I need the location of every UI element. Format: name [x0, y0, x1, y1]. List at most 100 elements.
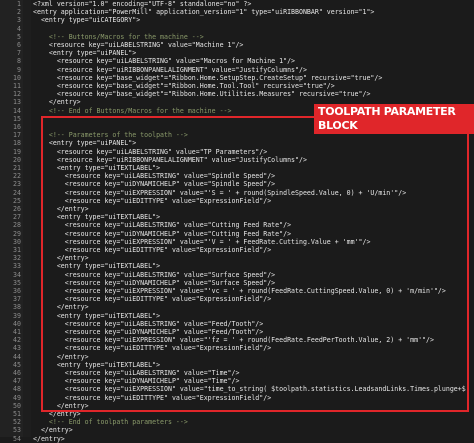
code-line[interactable]: 43 <resource key="uiEDITTYPE" value="Exp…: [0, 344, 474, 352]
line-number: 35: [13, 278, 21, 287]
code-text: </entry>: [33, 205, 89, 213]
code-line[interactable]: 9 <resource key="uiRIBBONPANELALIGNMENT"…: [0, 66, 474, 74]
code-line[interactable]: 26 </entry>: [0, 205, 474, 213]
line-number: 44: [13, 352, 21, 361]
code-line[interactable]: 1 <?xml version="1.0" encoding="UTF-8" st…: [0, 0, 474, 8]
line-number: 38: [13, 303, 21, 312]
code-line[interactable]: 5 <!-- Buttons/Macros for the machine --…: [0, 33, 474, 41]
code-line[interactable]: 50 </entry>: [0, 402, 474, 410]
code-text: <!-- End of Buttons/Macros for the machi…: [33, 106, 232, 115]
code-text: <resource key="uiLABELSTRING" value="Sur…: [33, 270, 276, 279]
code-line[interactable]: 41 <resource key="uiDYNAMICHELP" value="…: [0, 328, 474, 336]
code-line[interactable]: 10 <resource key="base_widget"="Ribbon.H…: [0, 74, 474, 82]
code-line[interactable]: 22 <resource key="uiLABELSTRING" value="…: [0, 172, 474, 180]
line-number: 3: [17, 16, 21, 25]
line-number: 19: [13, 147, 21, 156]
line-number: 23: [13, 180, 21, 189]
line-number: 37: [13, 295, 21, 304]
code-text: <resource key="uiEDITTYPE" value="Expres…: [33, 196, 272, 205]
code-text: <resource key="base_widget"="Ribbon.Home…: [33, 90, 371, 99]
line-number: 47: [13, 377, 21, 386]
code-line[interactable]: 28 <resource key="uiLABELSTRING" value="…: [0, 221, 474, 229]
code-text: <resource key="base_widget"="Ribbon.Home…: [33, 82, 335, 90]
code-line[interactable]: 53 </entry>: [0, 426, 474, 434]
line-number: 45: [13, 360, 21, 369]
line-number: 42: [13, 336, 21, 345]
line-number: 22: [13, 172, 21, 181]
code-text: </entry>: [33, 303, 89, 312]
code-text: </entry>: [33, 434, 65, 443]
line-number: 40: [13, 319, 21, 328]
code-line[interactable]: 19 <resource key="uiLABELSTRING" value="…: [0, 148, 474, 156]
line-number: 11: [13, 82, 21, 90]
line-number: 8: [17, 57, 21, 66]
line-number: 31: [13, 246, 21, 254]
code-line[interactable]: 39 <entry type="uiTEXTLABEL">: [0, 312, 474, 320]
code-line[interactable]: 40 <resource key="uiLABELSTRING" value="…: [0, 320, 474, 328]
line-number: 27: [13, 213, 21, 222]
line-number: 16: [13, 123, 21, 131]
code-line[interactable]: 44 </entry>: [0, 353, 474, 361]
code-text: <resource key="uiEDITTYPE" value="Expres…: [33, 344, 272, 353]
code-text: <resource key="uiDYNAMICHELP" value="Fee…: [33, 328, 264, 336]
code-line[interactable]: 7 <entry type="uiPANEL">: [0, 49, 474, 57]
code-line[interactable]: 29 <resource key="uiDYNAMICHELP" value="…: [0, 230, 474, 238]
line-number: 25: [13, 196, 21, 205]
code-line[interactable]: 54 </entry>: [0, 435, 474, 443]
line-number: 51: [13, 410, 21, 418]
code-line[interactable]: 36 <resource key="uiEXPRESSION" value="'…: [0, 287, 474, 295]
line-number: 48: [13, 385, 21, 394]
code-text: <entry type="uiTEXTLABEL">: [33, 213, 161, 222]
code-text: <entry type="uiTEXTLABEL">: [33, 262, 161, 271]
code-text: <resource key="base_widget"="Ribbon.Home…: [33, 73, 383, 82]
line-number: 34: [13, 270, 21, 279]
code-line[interactable]: 48 <resource key="uiEXPRESSION" value="t…: [0, 385, 474, 393]
code-text: <entry type="uiPANEL">: [33, 139, 137, 148]
code-text: </entry>: [33, 410, 81, 418]
code-line[interactable]: 8 <resource key="uiLABELSTRING" value="M…: [0, 57, 474, 65]
code-line[interactable]: 52 <!-- End of toolpath parameters -->: [0, 418, 474, 426]
code-line[interactable]: 20 <resource key="uiRIBBONPANELALIGNMENT…: [0, 156, 474, 164]
line-number: 36: [13, 287, 21, 295]
code-line[interactable]: 21 <entry type="uiTEXTLABEL">: [0, 164, 474, 172]
code-line[interactable]: 47 <resource key="uiDYNAMICHELP" value="…: [0, 377, 474, 385]
line-number: 1: [17, 0, 21, 8]
code-line[interactable]: 35 <resource key="uiDYNAMICHELP" value="…: [0, 279, 474, 287]
line-number: 7: [17, 49, 21, 58]
code-line[interactable]: 2 <entry application="PowerMill" applicat…: [0, 8, 474, 16]
code-line[interactable]: 23 <resource key="uiDYNAMICHELP" value="…: [0, 180, 474, 188]
code-editor[interactable]: 1 <?xml version="1.0" encoding="UTF-8" st…: [0, 0, 474, 443]
code-line[interactable]: 27 <entry type="uiTEXTLABEL">: [0, 213, 474, 221]
code-line[interactable]: 51 </entry>: [0, 410, 474, 418]
code-line[interactable]: 25 <resource key="uiEDITTYPE" value="Exp…: [0, 197, 474, 205]
code-text: <!-- Buttons/Macros for the machine -->: [33, 32, 204, 41]
code-line[interactable]: 18 <entry type="uiPANEL">: [0, 139, 474, 147]
code-line[interactable]: 33 <entry type="uiTEXTLABEL">: [0, 262, 474, 270]
code-text: <resource key="uiDYNAMICHELP" value="Spi…: [33, 180, 276, 189]
code-text: <entry type="uiTEXTLABEL">: [33, 360, 161, 369]
code-line[interactable]: 24 <resource key="uiEXPRESSION" value="'…: [0, 189, 474, 197]
code-line[interactable]: 37 <resource key="uiEDITTYPE" value="Exp…: [0, 295, 474, 303]
code-line[interactable]: 3 <entry type="uiCATEGORY">: [0, 16, 474, 24]
code-line[interactable]: 4: [0, 25, 474, 33]
code-line[interactable]: 38 </entry>: [0, 303, 474, 311]
code-line[interactable]: 11 <resource key="base_widget"="Ribbon.H…: [0, 82, 474, 90]
code-line[interactable]: 31 <resource key="uiEDITTYPE" value="Exp…: [0, 246, 474, 254]
code-text: </entry>: [33, 352, 89, 361]
code-text: <resource key="uiEDITTYPE" value="Expres…: [33, 393, 272, 402]
code-text: <resource key="uiEDITTYPE" value="Expres…: [33, 295, 272, 304]
code-line[interactable]: 32 </entry>: [0, 254, 474, 262]
code-line[interactable]: 34 <resource key="uiLABELSTRING" value="…: [0, 271, 474, 279]
line-number: 29: [13, 229, 21, 238]
code-line[interactable]: 49 <resource key="uiEDITTYPE" value="Exp…: [0, 394, 474, 402]
code-line[interactable]: 45 <entry type="uiTEXTLABEL">: [0, 361, 474, 369]
line-number: 20: [13, 155, 21, 164]
code-line[interactable]: 30 <resource key="uiEXPRESSION" value="'…: [0, 238, 474, 246]
code-line[interactable]: 46 <resource key="uiLABELSTRING" value="…: [0, 369, 474, 377]
code-text: <!-- Parameters of the toolpath -->: [33, 131, 188, 140]
code-text: <entry type="uiCATEGORY">: [33, 16, 141, 25]
line-number: 10: [13, 73, 21, 82]
code-line[interactable]: 12 <resource key="base_widget"="Ribbon.H…: [0, 90, 474, 98]
code-line[interactable]: 6 <resource key="uiLABELSTRING" value="M…: [0, 41, 474, 49]
code-line[interactable]: 42 <resource key="uiEXPRESSION" value="'…: [0, 336, 474, 344]
